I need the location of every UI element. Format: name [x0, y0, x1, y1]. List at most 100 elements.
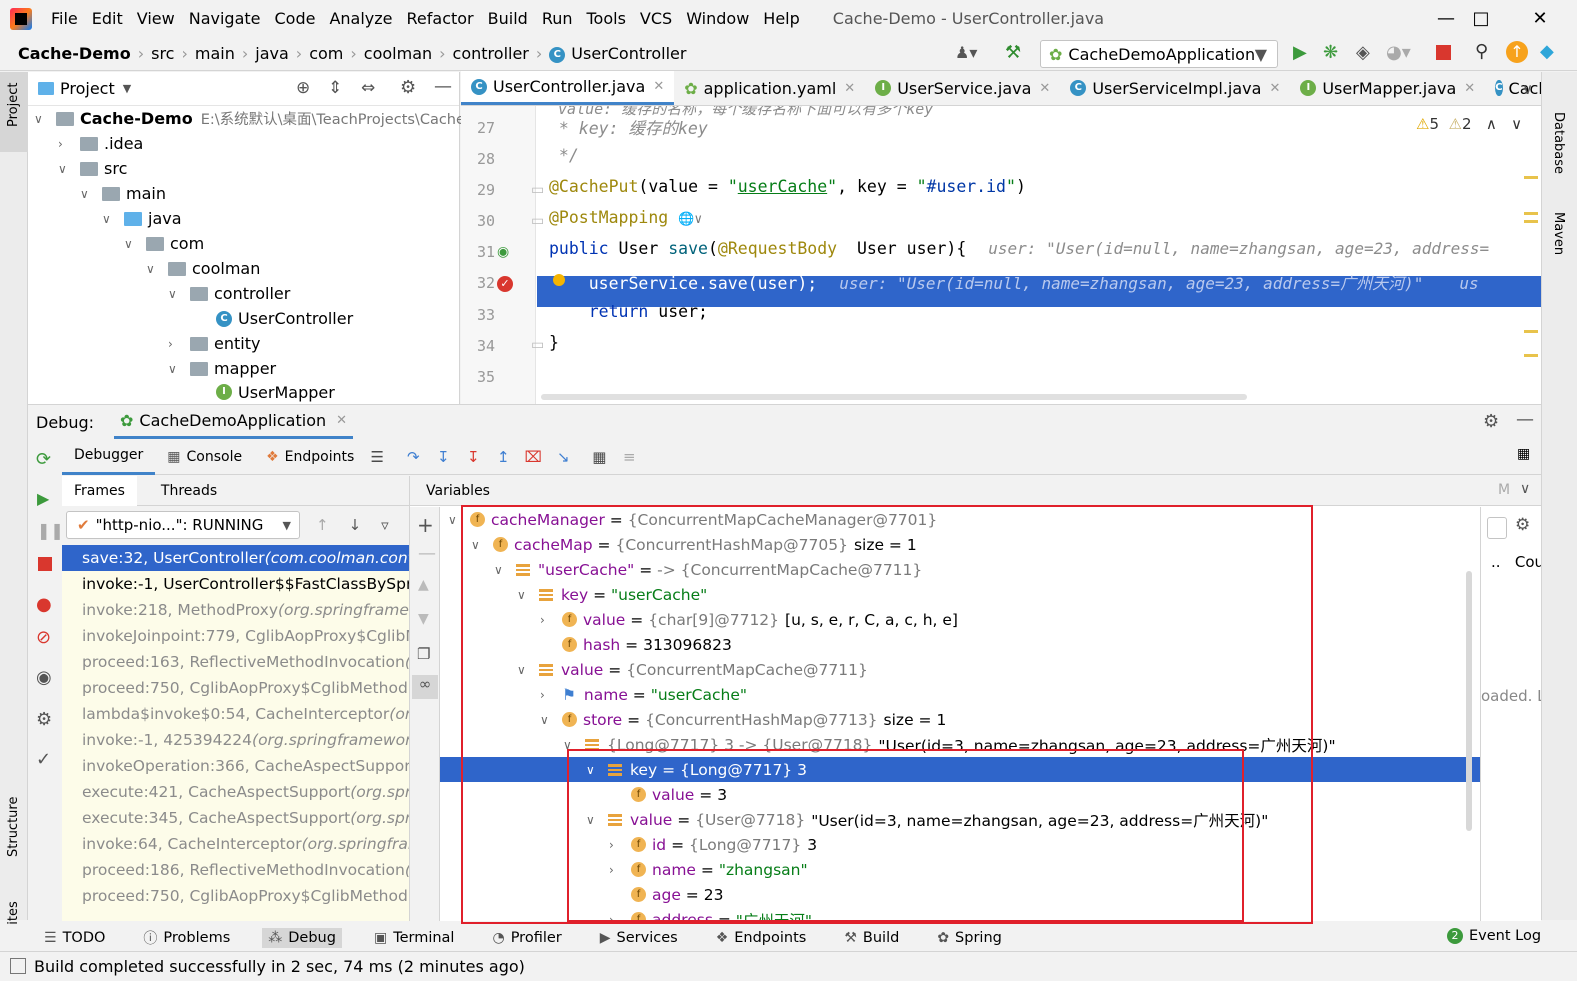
close-window-icon[interactable]: ✕	[1514, 0, 1566, 37]
step-over-icon[interactable]: ↷	[402, 446, 424, 468]
fold-icon[interactable]: ▭	[531, 337, 544, 353]
collapse-all-icon[interactable]: ⇔	[361, 78, 375, 98]
code-line[interactable]: return user; return user;	[549, 302, 708, 321]
bean-gutter-icon[interactable]: ◉	[497, 244, 509, 260]
stripe-structure-label[interactable]: Structure	[6, 797, 21, 857]
resume-icon[interactable]: ▶	[37, 489, 49, 508]
mute-breakpoints-icon[interactable]: ⊘	[36, 627, 51, 648]
tab-application-yaml[interactable]: ✿ application.yaml ✕	[674, 71, 865, 105]
gear-icon[interactable]: ⚙	[1515, 515, 1530, 535]
tab-usercontroller[interactable]: C UserController.java ✕	[461, 71, 675, 105]
chevron-down-icon[interactable]: ▼	[123, 82, 131, 95]
restore-layout-icon[interactable]: ▦	[1517, 446, 1530, 462]
code-line[interactable]: userService.save(user); userService.save…	[549, 270, 1479, 294]
toolwindow-spring[interactable]: ✿ Spring	[931, 928, 1008, 948]
step-into-icon[interactable]: ↧	[432, 446, 454, 468]
maximize-icon[interactable]: □	[1455, 0, 1507, 37]
hide-icon[interactable]: —	[1516, 409, 1534, 430]
code-line[interactable]: * key: 缓存的key * key: 缓存的key	[549, 115, 708, 139]
stripe-maven-label[interactable]: Maven	[1551, 212, 1566, 255]
tree-root[interactable]: ∨ Cache-Demo E:\系统默认\桌面\TeachProjects\Cach…	[34, 106, 470, 131]
show-watches-icon[interactable]: ∞	[412, 675, 438, 699]
project-title[interactable]: Project	[60, 79, 115, 98]
tree-item-usermapper[interactable]: I UserMapper	[216, 381, 335, 403]
tab-debugger[interactable]: Debugger	[62, 439, 156, 475]
stripe-project-label[interactable]: Project	[6, 83, 21, 127]
toolwindow-debug[interactable]: ⁂ Debug	[262, 927, 342, 948]
breadcrumb-item[interactable]: src	[147, 44, 178, 63]
frame-row[interactable]: invokeJoinpoint:779, CglibAopProxy$Cglib…	[62, 623, 409, 649]
frame-row[interactable]: execute:345, CacheAspectSupport (org.spr…	[62, 805, 409, 831]
breadcrumb-item[interactable]: com	[305, 44, 347, 63]
run-to-cursor-icon[interactable]: ↘	[552, 446, 574, 468]
tree-item-mapper[interactable]: ∨ mapper	[168, 356, 276, 381]
toolwindow-services[interactable]: ▶ Services	[594, 928, 684, 948]
frame-row[interactable]: save:32, UserController (com.coolman.con…	[62, 545, 409, 571]
tab-userservice[interactable]: I UserService.java ✕	[865, 71, 1060, 105]
remove-watch-icon[interactable]: —	[418, 543, 436, 564]
frame-row[interactable]: proceed:750, CglibAopProxy$CglibMethodIn	[62, 675, 409, 701]
gear-icon[interactable]: ⚙	[1483, 411, 1499, 432]
frame-row[interactable]: invoke:218, MethodProxy (org.springframe…	[62, 597, 409, 623]
tree-item-usercontroller[interactable]: C UserController	[216, 306, 353, 331]
menu-navigate[interactable]: Navigate	[182, 9, 268, 28]
tree-item-src[interactable]: ∨ src	[58, 156, 127, 181]
code-line[interactable]: @PostMapping@PostMapping 🌐∨	[549, 208, 702, 227]
stop-icon[interactable]	[38, 557, 52, 571]
trace-icon[interactable]: ≡	[618, 446, 640, 468]
tab-userserviceimpl[interactable]: C UserServiceImpl.java ✕	[1060, 71, 1290, 105]
tree-item-controller[interactable]: ∨ controller	[168, 281, 290, 306]
tree-item-com[interactable]: ∨ com	[124, 231, 204, 256]
frame-row[interactable]: invoke:-1, 425394224 (org.springframewor…	[62, 727, 409, 753]
hide-icon[interactable]: —	[434, 76, 452, 97]
toolwindow-profiler[interactable]: ◔ Profiler	[486, 928, 567, 948]
tree-item-idea[interactable]: › .idea	[58, 131, 143, 156]
duplicate-watch-icon[interactable]: ❐	[417, 645, 430, 663]
menu-tools[interactable]: Tools	[580, 9, 633, 28]
close-tab-icon[interactable]: ✕	[844, 81, 855, 96]
chevron-down-icon[interactable]: ∨	[1520, 481, 1530, 497]
close-tab-icon[interactable]: ✕	[653, 79, 664, 94]
breadcrumb-item[interactable]: controller	[449, 44, 533, 63]
memory-tab[interactable]: M	[1498, 482, 1510, 498]
frame-row[interactable]: execute:421, CacheAspectSupport (org.spr…	[62, 779, 409, 805]
frame-row[interactable]: lambda$invoke$0:54, CacheInterceptor (or…	[62, 701, 409, 727]
tab-usermapper[interactable]: I UserMapper.java ✕	[1290, 71, 1485, 105]
frame-row[interactable]: proceed:750, CglibAopProxy$CglibMethodIn	[62, 883, 409, 909]
update-icon[interactable]: ↑	[1506, 41, 1528, 63]
menu-vcs[interactable]: VCS	[633, 9, 679, 28]
menu-analyze[interactable]: Analyze	[322, 9, 399, 28]
breadcrumb-item[interactable]: coolman	[360, 44, 436, 63]
camera-icon[interactable]: ◉	[36, 667, 52, 688]
tree-item-coolman[interactable]: ∨ coolman	[146, 256, 260, 281]
fold-icon[interactable]: ▭	[531, 182, 544, 198]
close-session-icon[interactable]: ✕	[336, 413, 347, 428]
menu-refactor[interactable]: Refactor	[400, 9, 481, 28]
tree-item-entity[interactable]: › entity	[168, 331, 260, 356]
run-icon[interactable]: ▶	[1293, 42, 1307, 63]
coverage-icon[interactable]: ◈	[1356, 42, 1370, 63]
search-icon[interactable]	[1487, 517, 1507, 539]
tab-frames[interactable]: Frames	[62, 475, 137, 506]
next-highlight-icon[interactable]: ∨	[1511, 115, 1522, 133]
gear-icon[interactable]: ⚙	[400, 77, 416, 98]
pin-icon[interactable]: ✓	[36, 749, 51, 770]
frame-row[interactable]: invokeOperation:366, CacheAspectSupport …	[62, 753, 409, 779]
run-config-select[interactable]: ✿ CacheDemoApplication ▼	[1040, 40, 1278, 68]
stripe-database-label[interactable]: Database	[1551, 112, 1566, 174]
close-tab-icon[interactable]: ✕	[1039, 81, 1050, 96]
fold-icon[interactable]: ▭	[531, 213, 544, 229]
menu-help[interactable]: Help	[756, 9, 806, 28]
build-hammer-icon[interactable]: ⚒	[1005, 42, 1021, 63]
evaluate-expression-icon[interactable]: ▦	[588, 446, 610, 468]
frame-row[interactable]: proceed:163, ReflectiveMethodInvocation …	[62, 649, 409, 675]
toolbox-icon[interactable]: ◆	[1540, 41, 1554, 62]
layout-menu-icon[interactable]: ☰	[366, 446, 388, 468]
breadcrumb-item[interactable]: Cache-Demo	[14, 44, 135, 63]
toggle-tool-windows-icon[interactable]	[10, 958, 26, 974]
menu-window[interactable]: Window	[679, 9, 756, 28]
close-tab-icon[interactable]: ✕	[1464, 81, 1475, 96]
tabs-menu-chevron-icon[interactable]: ∨	[1522, 80, 1533, 98]
close-tab-icon[interactable]: ✕	[1269, 81, 1280, 96]
toolwindow-todo[interactable]: ☰ TODO	[38, 928, 111, 948]
